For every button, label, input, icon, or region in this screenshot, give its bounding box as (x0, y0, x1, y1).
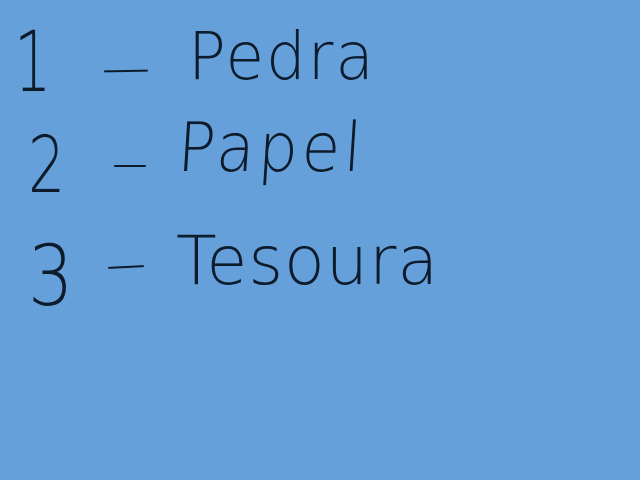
option-number: 1 (14, 13, 52, 111)
option-separator (107, 265, 145, 269)
option-tesoura: 3 Tesoura (0, 228, 640, 328)
option-separator (114, 165, 146, 167)
option-label: Pedra (188, 18, 376, 95)
game-screen: 1 Pedra 2 Papel 3 Tesoura (0, 0, 640, 480)
choice-menu: 1 Pedra 2 Papel 3 Tesoura (0, 0, 640, 480)
option-label: Tesoura (176, 222, 440, 301)
option-separator (103, 69, 149, 72)
option-label: Papel (175, 109, 368, 188)
option-number: 2 (28, 121, 66, 211)
option-papel: 2 Papel (0, 109, 640, 215)
option-number: 3 (28, 227, 74, 325)
option-pedra: 1 Pedra (0, 20, 640, 120)
